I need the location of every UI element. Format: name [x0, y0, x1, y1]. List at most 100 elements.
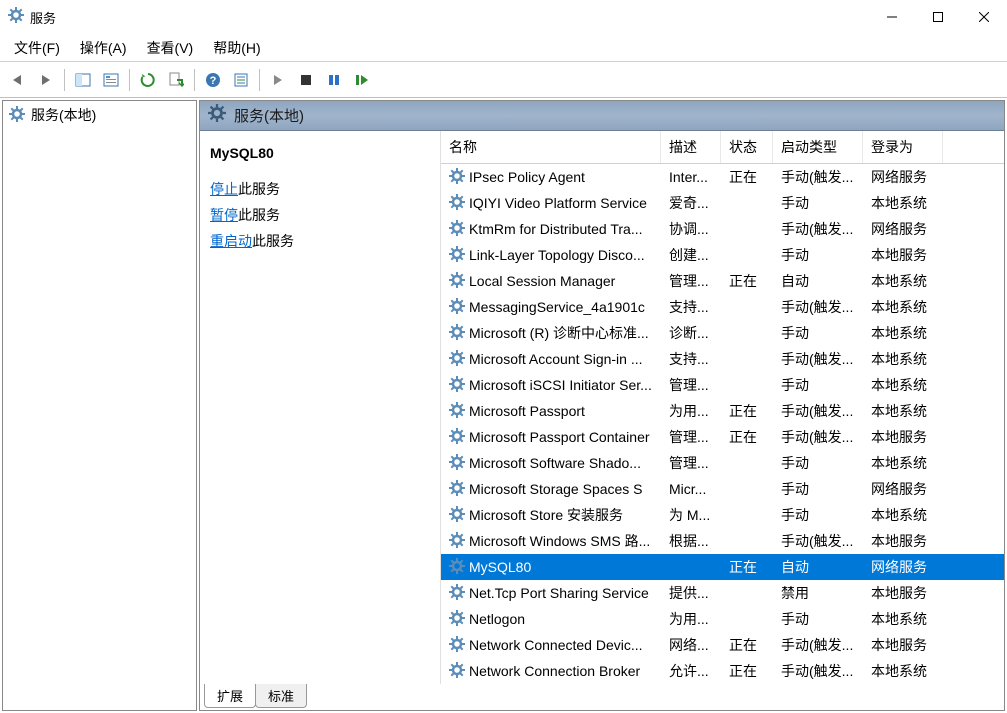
- service-name: Microsoft (R) 诊断中心标准...: [469, 323, 649, 343]
- properties-button[interactable]: [229, 68, 253, 92]
- menu-action[interactable]: 操作(A): [70, 36, 137, 60]
- gear-icon: [208, 104, 226, 127]
- pane-header: 服务(本地): [200, 101, 1004, 131]
- service-detail-panel: MySQL80 停止此服务 暂停此服务 重启动此服务: [200, 131, 440, 684]
- restart-service-button[interactable]: [350, 68, 374, 92]
- selected-service-name: MySQL80: [210, 145, 430, 161]
- service-name: Microsoft Windows SMS 路...: [469, 531, 650, 551]
- service-name: Network Connected Devic...: [469, 637, 643, 653]
- start-service-button[interactable]: [266, 68, 290, 92]
- gear-icon: [449, 480, 465, 499]
- toolbar: ?: [0, 62, 1007, 98]
- menu-help[interactable]: 帮助(H): [203, 36, 270, 60]
- pause-service-link-line: 暂停此服务: [210, 205, 430, 225]
- stop-service-button[interactable]: [294, 68, 318, 92]
- stop-service-link-line: 停止此服务: [210, 179, 430, 199]
- service-row[interactable]: Network Connection Broker允许...正在手动(触发...…: [441, 658, 1004, 684]
- service-status: [721, 379, 773, 391]
- gear-icon: [9, 106, 25, 125]
- service-name: Microsoft Software Shado...: [469, 455, 641, 471]
- left-tree-pane: 服务(本地): [2, 100, 197, 711]
- service-status: [721, 353, 773, 365]
- gear-icon: [449, 662, 465, 681]
- refresh-button[interactable]: [136, 68, 160, 92]
- service-status: 正在: [721, 161, 773, 193]
- gear-icon: [449, 194, 465, 213]
- service-status: [721, 587, 773, 599]
- gear-icon: [449, 350, 465, 369]
- restart-service-link-line: 重启动此服务: [210, 231, 430, 251]
- service-name: IQIYI Video Platform Service: [469, 195, 647, 211]
- nav-back-button[interactable]: [6, 68, 30, 92]
- export-list-button[interactable]: [164, 68, 188, 92]
- gear-icon: [449, 558, 465, 577]
- service-name: Netlogon: [469, 611, 525, 627]
- main-area: 服务(本地) 服务(本地) MySQL80 停止此服务 暂停此服务 重启动此服务…: [0, 98, 1007, 713]
- service-status: [721, 613, 773, 625]
- close-button[interactable]: [961, 0, 1007, 34]
- gear-icon: [449, 454, 465, 473]
- tree-root-services[interactable]: 服务(本地): [3, 101, 196, 129]
- gear-icon: [449, 324, 465, 343]
- column-startup[interactable]: 启动类型: [773, 131, 863, 163]
- tree-root-label: 服务(本地): [31, 105, 96, 125]
- service-status: [721, 223, 773, 235]
- menu-view[interactable]: 查看(V): [137, 36, 204, 60]
- nav-forward-button[interactable]: [34, 68, 58, 92]
- stop-link[interactable]: 停止: [210, 181, 238, 197]
- service-name: Microsoft Store 安装服务: [469, 505, 623, 525]
- service-logon: 本地系统: [863, 655, 943, 684]
- pause-service-button[interactable]: [322, 68, 346, 92]
- title-bar: 服务: [0, 0, 1007, 34]
- service-status: [721, 509, 773, 521]
- service-name: KtmRm for Distributed Tra...: [469, 221, 642, 237]
- menu-bar: 文件(F) 操作(A) 查看(V) 帮助(H): [0, 34, 1007, 62]
- pause-link[interactable]: 暂停: [210, 207, 238, 223]
- column-desc[interactable]: 描述: [661, 131, 721, 163]
- service-status: [721, 483, 773, 495]
- window-title: 服务: [30, 8, 56, 27]
- services-list: 名称 描述 状态 启动类型 登录为 IPsec Policy AgentInte…: [440, 131, 1004, 684]
- service-name: MySQL80: [469, 559, 531, 575]
- service-name: Microsoft Passport: [469, 403, 585, 419]
- services-icon: [8, 7, 24, 28]
- service-name: Microsoft Account Sign-in ...: [469, 351, 643, 367]
- service-name: Net.Tcp Port Sharing Service: [469, 585, 649, 601]
- gear-icon: [449, 246, 465, 265]
- gear-icon: [449, 428, 465, 447]
- column-logon[interactable]: 登录为: [863, 131, 943, 163]
- show-hide-console-button[interactable]: [71, 68, 95, 92]
- service-desc: 根据...: [661, 525, 721, 557]
- service-name: IPsec Policy Agent: [469, 169, 585, 185]
- gear-icon: [449, 298, 465, 317]
- service-status: [721, 249, 773, 261]
- service-status: [721, 535, 773, 547]
- column-status[interactable]: 状态: [721, 131, 773, 163]
- view-detail-button[interactable]: [99, 68, 123, 92]
- gear-icon: [449, 532, 465, 551]
- gear-icon: [449, 402, 465, 421]
- column-name[interactable]: 名称: [441, 131, 661, 163]
- service-name: Link-Layer Topology Disco...: [469, 247, 645, 263]
- gear-icon: [449, 220, 465, 239]
- maximize-button[interactable]: [915, 0, 961, 34]
- minimize-button[interactable]: [869, 0, 915, 34]
- menu-file[interactable]: 文件(F): [4, 36, 70, 60]
- gear-icon: [449, 610, 465, 629]
- gear-icon: [449, 506, 465, 525]
- service-name: Network Connection Broker: [469, 663, 640, 679]
- gear-icon: [449, 584, 465, 603]
- gear-icon: [449, 272, 465, 291]
- service-status: 正在: [721, 551, 773, 583]
- service-name: MessagingService_4a1901c: [469, 299, 645, 315]
- pane-header-title: 服务(本地): [234, 105, 304, 126]
- tab-standard[interactable]: 标准: [255, 684, 307, 708]
- service-name: Microsoft Storage Spaces S: [469, 481, 643, 497]
- help-button[interactable]: ?: [201, 68, 225, 92]
- restart-link[interactable]: 重启动: [210, 233, 252, 249]
- service-status: [721, 327, 773, 339]
- tab-extended[interactable]: 扩展: [204, 684, 256, 708]
- service-name: Local Session Manager: [469, 273, 615, 289]
- service-name: Microsoft Passport Container: [469, 429, 650, 445]
- gear-icon: [449, 636, 465, 655]
